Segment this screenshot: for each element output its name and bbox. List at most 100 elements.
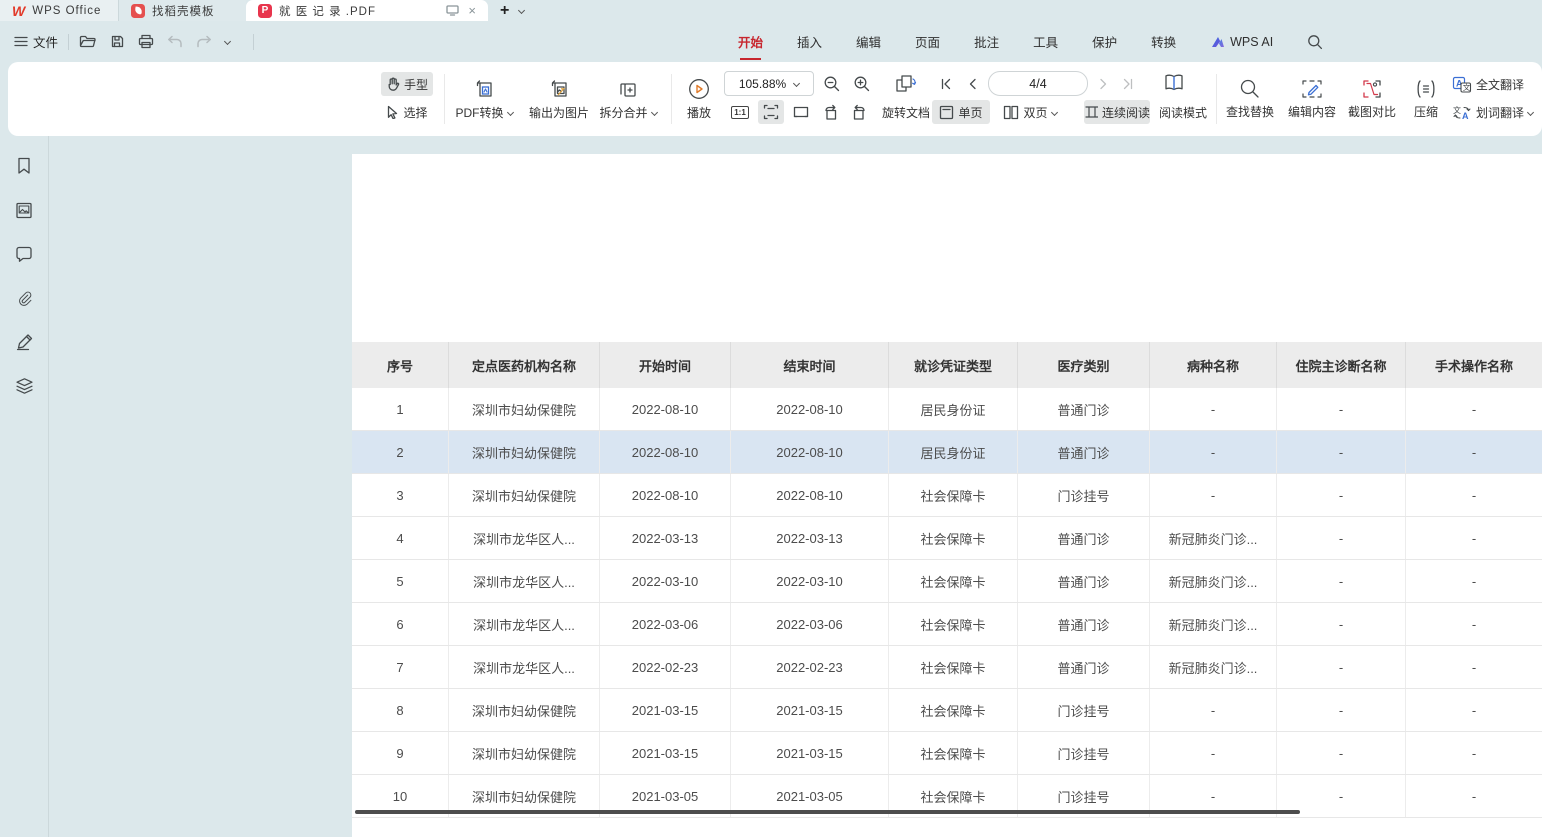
table-cell: - — [1150, 474, 1277, 516]
compress-button[interactable]: 压缩 — [1404, 70, 1448, 128]
bookmark-icon[interactable] — [14, 156, 34, 176]
table-cell: 深圳市妇幼保健院 — [449, 474, 600, 516]
table-cell: 5 — [352, 560, 449, 602]
word-translate-button[interactable]: 文A 划词翻译 — [1452, 101, 1542, 123]
table-row[interactable]: 5深圳市龙华区人...2022-03-102022-03-10社会保障卡普通门诊… — [352, 560, 1542, 603]
new-tab-button[interactable]: + — [500, 2, 509, 20]
quick-access-chevron-icon[interactable] — [224, 38, 231, 45]
tab-document-pdf[interactable]: P 就 医 记 录 .PDF × — [246, 0, 488, 21]
fit-page-button[interactable] — [758, 100, 784, 124]
export-image-label: 输出为图片 — [529, 104, 589, 121]
menu-item[interactable]: 批注 — [974, 32, 999, 51]
document-viewport[interactable]: 序号定点医药机构名称开始时间结束时间就诊凭证类型医疗类别病种名称住院主诊断名称手… — [50, 136, 1542, 837]
play-button[interactable]: 播放 — [679, 70, 719, 128]
tab-list-chevron-icon[interactable] — [518, 7, 525, 14]
open-folder-icon[interactable] — [79, 34, 97, 49]
actual-size-button[interactable]: 1:1 — [728, 101, 752, 123]
table-row[interactable]: 6深圳市龙华区人...2022-03-062022-03-06社会保障卡普通门诊… — [352, 603, 1542, 646]
rotate-document-button[interactable]: 旋转文档 — [876, 101, 936, 123]
divider — [68, 34, 69, 50]
single-page-button[interactable]: 单页 — [932, 100, 990, 124]
table-row[interactable]: 8深圳市妇幼保健院2021-03-152021-03-15社会保障卡门诊挂号--… — [352, 689, 1542, 732]
column-header: 就诊凭证类型 — [889, 342, 1018, 388]
rotate-document-icon[interactable] — [888, 71, 924, 97]
read-mode-button[interactable]: 阅读模式 — [1154, 100, 1212, 124]
table-cell: - — [1277, 388, 1406, 430]
previous-page-button[interactable] — [962, 73, 982, 95]
chevron-down-icon — [1527, 108, 1534, 115]
table-cell: - — [1406, 388, 1542, 430]
table-row[interactable]: 4深圳市龙华区人...2022-03-132022-03-13社会保障卡普通门诊… — [352, 517, 1542, 560]
undo-icon[interactable] — [167, 35, 183, 48]
select-tool-button[interactable]: 选择 — [381, 100, 433, 124]
svg-text:文: 文 — [1463, 82, 1471, 92]
menu-item[interactable]: 保护 — [1092, 32, 1117, 51]
menu-item[interactable]: 编辑 — [856, 32, 881, 51]
next-page-button[interactable] — [1094, 73, 1114, 95]
ribbon-search-icon[interactable] — [1307, 34, 1323, 50]
first-page-button[interactable] — [936, 73, 956, 95]
table-cell: 门诊挂号 — [1018, 474, 1150, 516]
zoom-in-button[interactable] — [850, 73, 874, 95]
table-body: 1深圳市妇幼保健院2022-08-102022-08-10居民身份证普通门诊--… — [352, 388, 1542, 818]
last-page-button[interactable] — [1118, 73, 1138, 95]
page-indicator-input[interactable]: 4/4 — [988, 71, 1088, 96]
table-row[interactable]: 3深圳市妇幼保健院2022-08-102022-08-10社会保障卡门诊挂号--… — [352, 474, 1542, 517]
signature-icon[interactable] — [14, 332, 34, 352]
table-row[interactable]: 1深圳市妇幼保健院2022-08-102022-08-10居民身份证普通门诊--… — [352, 388, 1542, 431]
menu-item[interactable]: 页面 — [915, 32, 940, 51]
table-row[interactable]: 9深圳市妇幼保健院2021-03-152021-03-15社会保障卡门诊挂号--… — [352, 732, 1542, 775]
menu-item[interactable]: 开始 — [738, 32, 763, 51]
monitor-icon[interactable] — [446, 5, 459, 16]
chevron-down-icon — [506, 109, 513, 116]
comment-icon[interactable] — [14, 244, 34, 264]
fit-width-button[interactable] — [789, 101, 813, 123]
table-cell: 社会保障卡 — [889, 732, 1018, 774]
column-header: 手术操作名称 — [1406, 342, 1542, 388]
page-indicator-value: 4/4 — [1029, 77, 1046, 91]
word-translate-icon: 文A — [1452, 104, 1472, 121]
menu-item[interactable]: 转换 — [1151, 32, 1176, 51]
menu-item[interactable]: 插入 — [797, 32, 822, 51]
table-row[interactable]: 2深圳市妇幼保健院2022-08-102022-08-10居民身份证普通门诊--… — [352, 431, 1542, 474]
rotate-right-button[interactable] — [848, 101, 872, 123]
attachment-icon[interactable] — [14, 288, 34, 308]
export-image-button[interactable]: 输出为图片 — [522, 70, 596, 128]
chevron-down-icon — [1050, 108, 1057, 115]
horizontal-scrollbar[interactable] — [355, 810, 1300, 814]
table-cell: 新冠肺炎门诊... — [1150, 560, 1277, 602]
column-header: 序号 — [352, 342, 449, 388]
file-menu-button[interactable]: 文件 — [14, 32, 58, 51]
table-row[interactable]: 7深圳市龙华区人...2022-02-232022-02-23社会保障卡普通门诊… — [352, 646, 1542, 689]
read-mode-icon[interactable] — [1158, 70, 1190, 96]
table-cell: 2022-03-10 — [600, 560, 731, 602]
zoom-level-combobox[interactable]: 105.88% — [724, 71, 814, 96]
pdf-convert-button[interactable]: PDF转换 — [450, 70, 518, 128]
double-page-button[interactable]: 双页 — [996, 100, 1064, 124]
split-merge-button[interactable]: 拆分合并 — [592, 70, 664, 128]
continuous-read-button[interactable]: 连续阅读 — [1084, 100, 1150, 124]
zoom-out-button[interactable] — [820, 73, 844, 95]
screenshot-compare-button[interactable]: 截图对比 — [1342, 70, 1402, 128]
table-cell: 普通门诊 — [1018, 560, 1150, 602]
close-tab-icon[interactable]: × — [468, 3, 476, 18]
redo-icon[interactable] — [196, 35, 212, 48]
play-label: 播放 — [687, 104, 711, 121]
table-cell: 深圳市龙华区人... — [449, 646, 600, 688]
table-cell: 2022-08-10 — [731, 474, 889, 516]
layers-icon[interactable] — [14, 376, 34, 396]
hand-tool-button[interactable]: 手型 — [381, 72, 433, 96]
print-icon[interactable] — [138, 34, 154, 49]
edit-content-button[interactable]: 编辑内容 — [1282, 70, 1342, 128]
rotate-left-button[interactable] — [818, 101, 842, 123]
table-cell: - — [1277, 474, 1406, 516]
menu-item[interactable]: 工具 — [1033, 32, 1058, 51]
wps-ai-button[interactable]: WPS AI — [1210, 35, 1273, 49]
find-replace-button[interactable]: 查找替换 — [1220, 70, 1280, 128]
full-translate-button[interactable]: A文 全文翻译 — [1452, 73, 1538, 95]
tab-wps-office[interactable]: W WPS Office — [0, 0, 118, 21]
thumbnail-icon[interactable] — [14, 200, 34, 220]
tab-docer-templates[interactable]: 找稻壳模板 — [118, 0, 246, 21]
rotate-document-label: 旋转文档 — [882, 104, 930, 121]
save-icon[interactable] — [110, 34, 125, 49]
